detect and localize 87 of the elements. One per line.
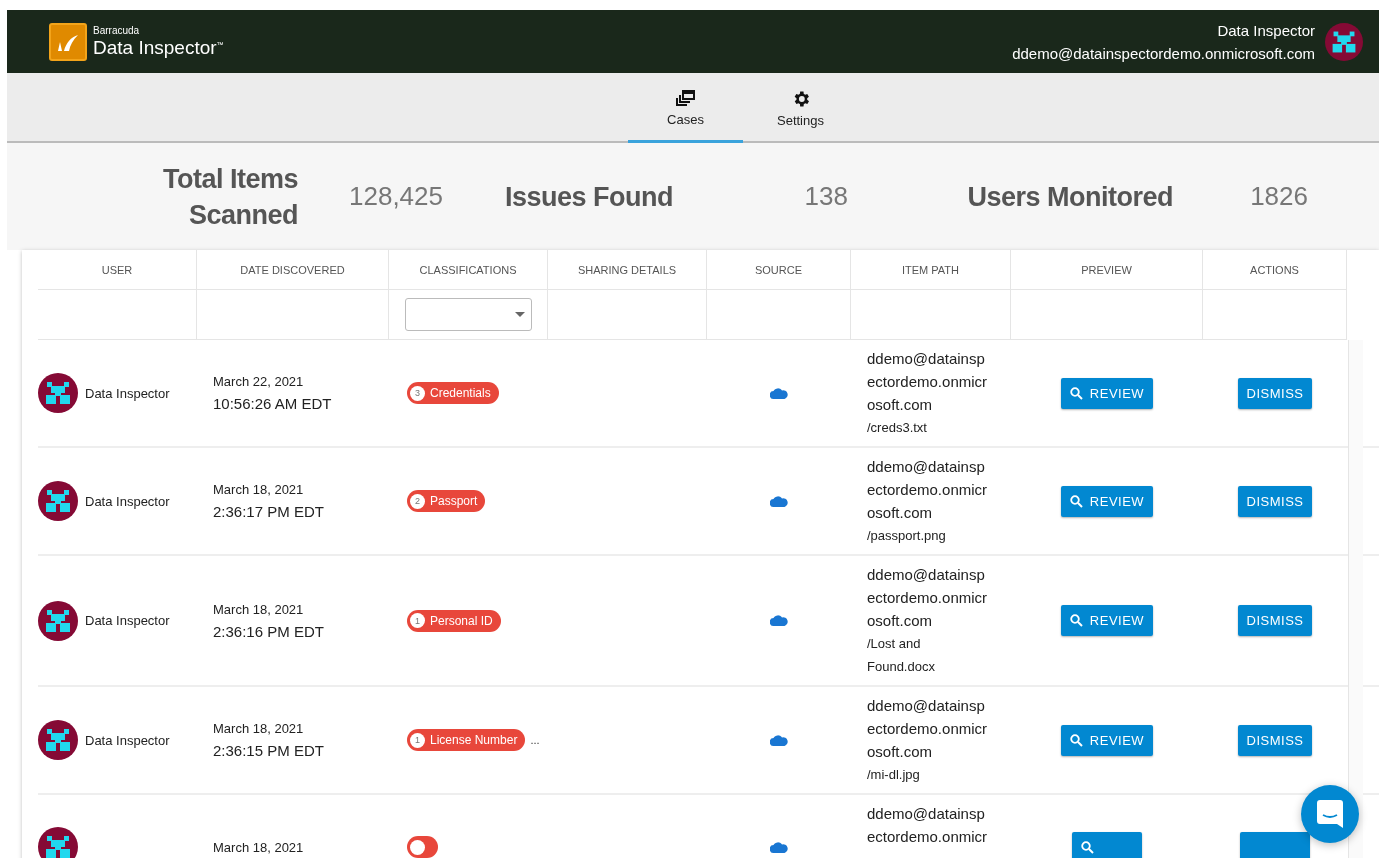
- search-icon: [1069, 494, 1083, 508]
- item-path-text: osoft.com: [867, 503, 933, 523]
- item-path-text: ectordemo.onmicr: [867, 827, 988, 847]
- user-name: Data Inspector: [85, 732, 170, 748]
- classification-badge[interactable]: 3 Credentials: [407, 382, 499, 404]
- nav-tab[interactable]: Settings: [743, 73, 858, 143]
- item-path-text: ddemo@datainsp: [867, 565, 985, 585]
- review-button[interactable]: REVIEW: [1060, 605, 1154, 636]
- time-text: 2:36:15 PM EDT: [213, 742, 324, 759]
- time-text: 2:36:17 PM EDT: [213, 503, 324, 520]
- item-path-text: ectordemo.onmicr: [867, 588, 988, 608]
- stat-value: 128,425: [348, 181, 443, 212]
- more-ellipsis[interactable]: ...: [530, 734, 540, 746]
- review-button[interactable]: [1072, 831, 1142, 858]
- stacked-windows-icon: [675, 89, 696, 108]
- column-header[interactable]: SOURCE: [754, 263, 803, 276]
- column-header[interactable]: ITEM PATH: [901, 263, 959, 276]
- dismiss-button[interactable]: DISMISS: [1237, 605, 1313, 636]
- column-header[interactable]: SHARING DETAILS: [577, 263, 677, 276]
- column-header[interactable]: ACTIONS: [1250, 263, 1299, 276]
- date-text: March 18, 2021: [213, 721, 304, 736]
- time-text: 10:56:26 AM EDT: [213, 395, 332, 412]
- classification-badge[interactable]: 2 Passport: [407, 490, 486, 512]
- avatar-icon: [38, 827, 78, 858]
- time-text: 2:36:16 PM EDT: [213, 622, 324, 640]
- stat-label: Issues Found: [503, 180, 673, 214]
- avatar-icon: [38, 481, 78, 521]
- search-icon: [1069, 386, 1083, 400]
- item-path-text: ddemo@datainsp: [867, 349, 985, 369]
- cloud-icon: [770, 387, 788, 399]
- item-path-text: ectordemo.onmicr: [867, 719, 988, 739]
- search-icon: [1069, 733, 1083, 747]
- cloud-icon: [770, 734, 788, 746]
- file-name-text: /passport.png: [867, 527, 946, 545]
- item-path-text: osoft.com: [867, 395, 933, 415]
- review-button[interactable]: REVIEW: [1060, 724, 1154, 756]
- product-name: Data Inspector$^{™}$: [93, 38, 224, 57]
- dropdown-caret-icon: [514, 312, 525, 317]
- company-name: Barracuda: [93, 26, 141, 36]
- cloud-icon: [770, 615, 788, 626]
- dismiss-button[interactable]: DISMISS: [1237, 485, 1313, 517]
- column-header[interactable]: CLASSIFICATIONS: [419, 263, 517, 276]
- date-text: March 18, 2021: [213, 601, 304, 617]
- file-name-text: /creds3.txt: [867, 419, 927, 437]
- cloud-icon: [770, 495, 788, 507]
- classification-badge[interactable]: 1 License Number: [407, 729, 526, 751]
- fin-logo-icon: [49, 22, 87, 61]
- file-name-text: /Lost and: [867, 635, 921, 653]
- user-name: Data Inspector: [85, 613, 170, 628]
- chat-bubble-icon: [1317, 800, 1343, 828]
- user-name: Data Inspector: [85, 385, 170, 401]
- search-icon: [1069, 614, 1083, 627]
- item-path-text: ddemo@datainsp: [867, 696, 985, 716]
- item-path-text: ddemo@datainsp: [867, 804, 985, 824]
- review-button[interactable]: REVIEW: [1060, 485, 1154, 517]
- column-header[interactable]: DATE DISCOVERED: [240, 263, 345, 276]
- file-name-text: Found.docx: [867, 658, 935, 676]
- user-name: Data Inspector: [85, 493, 170, 509]
- date-text: March 18, 2021: [213, 839, 304, 855]
- item-path-text: ectordemo.onmicr: [867, 372, 988, 392]
- date-text: March 18, 2021: [213, 482, 304, 497]
- classification-badge[interactable]: 1 Personal ID: [407, 609, 501, 632]
- avatar-icon: [1325, 22, 1363, 61]
- avatar-icon: [38, 600, 78, 641]
- account-name: Data Inspector: [1217, 21, 1315, 39]
- item-path-text: osoft.com: [867, 611, 933, 631]
- column-header[interactable]: USER: [101, 263, 133, 276]
- column-header[interactable]: PREVIEW: [1081, 263, 1132, 276]
- classification-badge[interactable]: [407, 836, 438, 858]
- account-email: ddemo@datainspectordemo.onmicrosoft.com: [1012, 44, 1315, 62]
- cloud-icon: [770, 841, 788, 853]
- dismiss-button[interactable]: DISMISS: [1237, 377, 1313, 409]
- stat-value: 1826: [1249, 181, 1308, 212]
- review-button[interactable]: REVIEW: [1060, 377, 1154, 409]
- search-icon: [1081, 840, 1094, 854]
- avatar-icon: [38, 373, 78, 413]
- dismiss-button[interactable]: DISMISS: [1237, 724, 1313, 756]
- item-path-text: ectordemo.onmicr: [867, 480, 988, 500]
- avatar-icon: [38, 720, 78, 760]
- file-name-text: /mi-dl.jpg: [867, 766, 920, 784]
- date-text: March 22, 2021: [213, 374, 304, 389]
- stat-value: 138: [803, 181, 848, 212]
- dismiss-button[interactable]: [1240, 831, 1310, 858]
- item-path-text: ddemo@datainsp: [867, 457, 985, 477]
- item-path-text: osoft.com: [867, 742, 933, 762]
- stat-label: Total Items Scanned: [161, 162, 298, 232]
- stat-label: Users Monitored: [966, 180, 1173, 214]
